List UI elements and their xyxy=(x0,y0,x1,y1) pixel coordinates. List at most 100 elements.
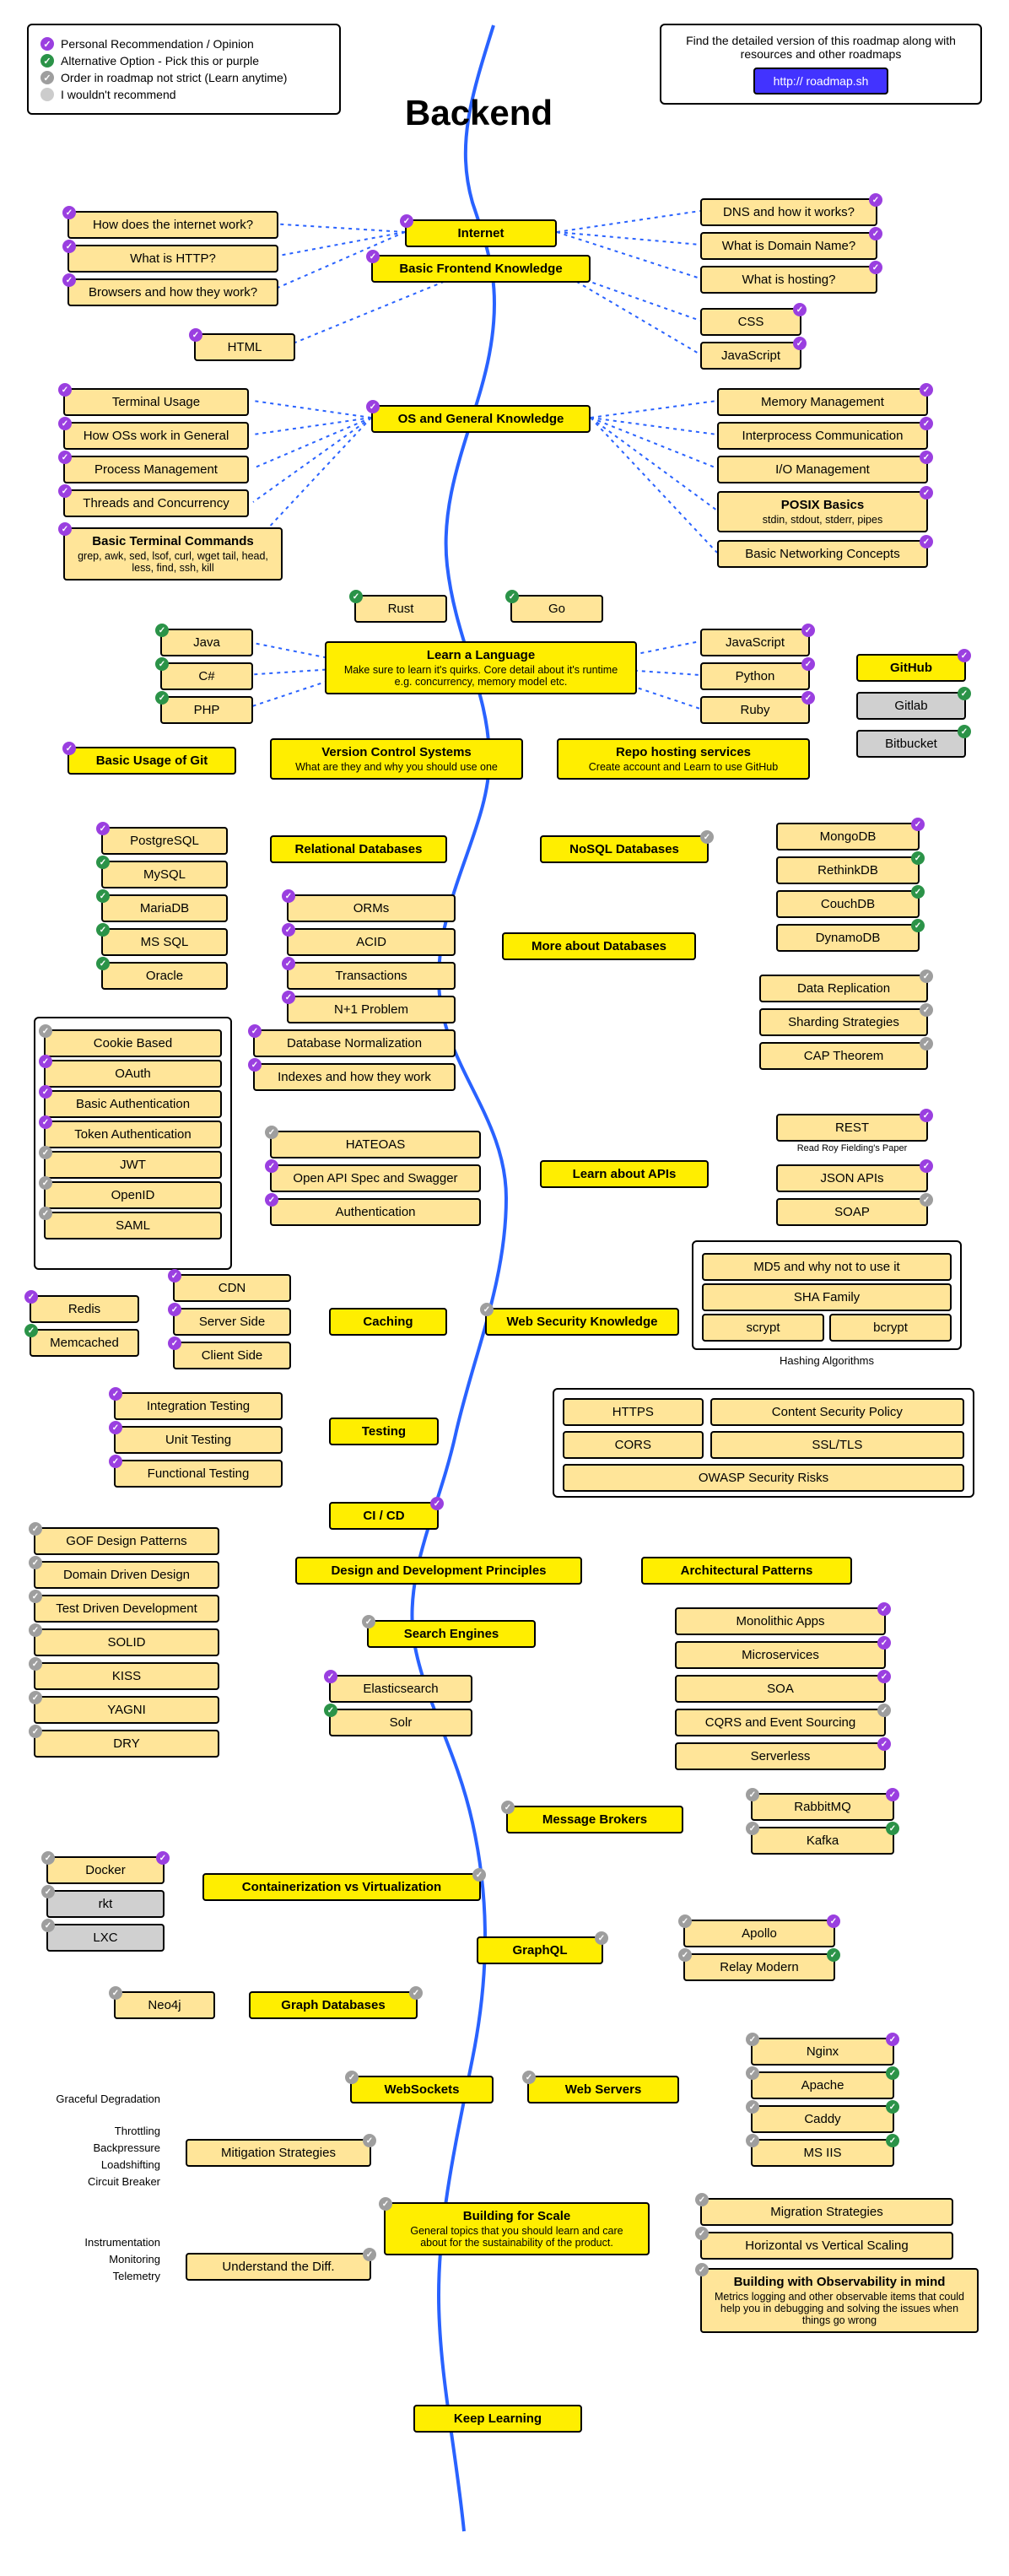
node-threads[interactable]: Threads and Concurrency✓ xyxy=(63,489,249,517)
node-migration[interactable]: Migration Strategies✓ xyxy=(700,2198,953,2226)
node-cors[interactable]: CORS xyxy=(563,1431,704,1459)
node-scrypt[interactable]: scrypt xyxy=(702,1314,824,1342)
node-transactions[interactable]: Transactions✓ xyxy=(287,962,456,990)
node-dry[interactable]: DRY✓ xyxy=(34,1730,219,1758)
node-what-http[interactable]: What is HTTP?✓ xyxy=(67,245,278,273)
node-couch[interactable]: CouchDB✓ xyxy=(776,890,920,918)
node-io-mgmt[interactable]: I/O Management✓ xyxy=(717,456,928,483)
node-serverless[interactable]: Serverless✓ xyxy=(675,1742,886,1770)
node-openapi[interactable]: Open API Spec and Swagger✓ xyxy=(270,1164,481,1192)
node-ruby[interactable]: Ruby✓ xyxy=(700,696,810,724)
node-cap[interactable]: CAP Theorem✓ xyxy=(759,1042,928,1070)
node-redis[interactable]: Redis✓ xyxy=(30,1295,139,1323)
node-more-db[interactable]: More about Databases xyxy=(502,932,696,960)
node-proc-mgmt[interactable]: Process Management✓ xyxy=(63,456,249,483)
node-browsers[interactable]: Browsers and how they work?✓ xyxy=(67,278,278,306)
node-rkt[interactable]: rkt✓ xyxy=(46,1890,165,1918)
node-integration-test[interactable]: Integration Testing✓ xyxy=(114,1392,283,1420)
node-apache[interactable]: Apache✓✓ xyxy=(751,2071,894,2099)
node-arch-patterns[interactable]: Architectural Patterns xyxy=(641,1557,852,1585)
node-html[interactable]: HTML✓ xyxy=(194,333,295,361)
node-client-side[interactable]: Client Side✓ xyxy=(173,1342,291,1369)
node-data-repl[interactable]: Data Replication✓ xyxy=(759,975,928,1002)
node-jwt[interactable]: JWT✓ xyxy=(44,1151,222,1179)
node-ipc[interactable]: Interprocess Communication✓ xyxy=(717,422,928,450)
node-microservices[interactable]: Microservices✓ xyxy=(675,1641,886,1669)
node-github[interactable]: GitHub✓ xyxy=(856,654,966,682)
node-rethink[interactable]: RethinkDB✓ xyxy=(776,856,920,884)
node-dns[interactable]: DNS and how it works?✓ xyxy=(700,198,877,226)
node-neo4j[interactable]: Neo4j✓ xyxy=(114,1991,215,2019)
node-mssql[interactable]: MS SQL✓ xyxy=(101,928,228,956)
node-lxc[interactable]: LXC✓ xyxy=(46,1924,165,1952)
node-design-principles[interactable]: Design and Development Principles xyxy=(295,1557,582,1585)
node-indexes[interactable]: Indexes and how they work✓ xyxy=(253,1063,456,1091)
node-cookie[interactable]: Cookie Based✓ xyxy=(44,1029,222,1057)
node-hosting[interactable]: What is hosting?✓ xyxy=(700,266,877,294)
node-posix[interactable]: POSIX Basicsstdin, stdout, stderr, pipes… xyxy=(717,491,928,532)
node-graphql[interactable]: GraphQL✓ xyxy=(477,1936,603,1964)
node-yagni[interactable]: YAGNI✓ xyxy=(34,1696,219,1724)
node-keep-learning[interactable]: Keep Learning xyxy=(413,2405,582,2433)
node-oracle[interactable]: Oracle✓ xyxy=(101,962,228,990)
node-bitbucket[interactable]: Bitbucket✓ xyxy=(856,730,966,758)
node-building-for-scale[interactable]: Building for ScaleGeneral topics that yo… xyxy=(384,2202,650,2255)
node-msiis[interactable]: MS IIS✓✓ xyxy=(751,2139,894,2167)
node-kafka[interactable]: Kafka✓✓ xyxy=(751,1827,894,1855)
node-kiss[interactable]: KISS✓ xyxy=(34,1662,219,1690)
node-db-norm[interactable]: Database Normalization✓ xyxy=(253,1029,456,1057)
node-dynamo[interactable]: DynamoDB✓ xyxy=(776,924,920,952)
node-relay[interactable]: Relay Modern✓✓ xyxy=(683,1953,835,1981)
node-functional-test[interactable]: Functional Testing✓ xyxy=(114,1460,283,1488)
node-mitigation[interactable]: Mitigation Strategies✓ xyxy=(186,2139,371,2167)
node-basic-auth[interactable]: Basic Authentication✓ xyxy=(44,1090,222,1118)
node-nginx[interactable]: Nginx✓✓ xyxy=(751,2038,894,2066)
node-gitlab[interactable]: Gitlab✓ xyxy=(856,692,966,720)
node-https[interactable]: HTTPS xyxy=(563,1398,704,1426)
node-cicd[interactable]: CI / CD✓ xyxy=(329,1502,439,1530)
node-apollo[interactable]: Apollo✓✓ xyxy=(683,1920,835,1947)
node-java[interactable]: Java✓ xyxy=(160,629,253,656)
node-observability[interactable]: Building with Observability in mindMetri… xyxy=(700,2268,979,2333)
node-containerization[interactable]: Containerization vs Virtualization✓ xyxy=(202,1873,481,1901)
node-mysql[interactable]: MySQL✓ xyxy=(101,861,228,888)
node-json-apis[interactable]: JSON APIs✓ xyxy=(776,1164,928,1192)
node-sharding[interactable]: Sharding Strategies✓ xyxy=(759,1008,928,1036)
node-git-basic[interactable]: Basic Usage of Git✓ xyxy=(67,747,236,775)
node-basic-frontend[interactable]: Basic Frontend Knowledge✓ xyxy=(371,255,591,283)
node-php[interactable]: PHP✓ xyxy=(160,696,253,724)
node-soa[interactable]: SOA✓ xyxy=(675,1675,886,1703)
roadmap-link-button[interactable]: http:// roadmap.sh xyxy=(753,68,889,95)
node-js-lang[interactable]: JavaScript✓ xyxy=(700,629,810,656)
node-csharp[interactable]: C#✓ xyxy=(160,662,253,690)
node-solid[interactable]: SOLID✓ xyxy=(34,1628,219,1656)
node-mongo[interactable]: MongoDB✓ xyxy=(776,823,920,851)
node-unit-test[interactable]: Unit Testing✓ xyxy=(114,1426,283,1454)
node-basic-terminal-cmds[interactable]: Basic Terminal Commandsgrep, awk, sed, l… xyxy=(63,527,283,581)
node-go[interactable]: Go✓ xyxy=(510,595,603,623)
node-relational-db[interactable]: Relational Databases xyxy=(270,835,447,863)
node-learn-language[interactable]: Learn a LanguageMake sure to learn it's … xyxy=(325,641,637,694)
node-h-v-scaling[interactable]: Horizontal vs Vertical Scaling✓ xyxy=(700,2232,953,2260)
node-os-general[interactable]: How OSs work in General✓ xyxy=(63,422,249,450)
node-auth[interactable]: Authentication✓ xyxy=(270,1198,481,1226)
node-tdd[interactable]: Test Driven Development✓ xyxy=(34,1595,219,1623)
node-internet[interactable]: Internet✓ xyxy=(405,219,557,247)
node-caddy[interactable]: Caddy✓✓ xyxy=(751,2105,894,2133)
node-solr[interactable]: Solr✓ xyxy=(329,1709,472,1736)
node-orms[interactable]: ORMs✓ xyxy=(287,894,456,922)
node-acid[interactable]: ACID✓ xyxy=(287,928,456,956)
node-networking[interactable]: Basic Networking Concepts✓ xyxy=(717,540,928,568)
node-web-servers[interactable]: Web Servers✓ xyxy=(527,2076,679,2103)
node-understand-diff[interactable]: Understand the Diff.✓ xyxy=(186,2253,371,2281)
node-postgres[interactable]: PostgreSQL✓ xyxy=(101,827,228,855)
node-oauth[interactable]: OAuth✓ xyxy=(44,1060,222,1088)
node-caching[interactable]: Caching xyxy=(329,1308,447,1336)
node-graph-db[interactable]: Graph Databases✓ xyxy=(249,1991,418,2019)
node-rabbitmq[interactable]: RabbitMQ✓✓ xyxy=(751,1793,894,1821)
node-os-knowledge[interactable]: OS and General Knowledge✓ xyxy=(371,405,591,433)
node-cdn[interactable]: CDN✓ xyxy=(173,1274,291,1302)
node-msg-brokers[interactable]: Message Brokers✓ xyxy=(506,1806,683,1833)
node-token-auth[interactable]: Token Authentication✓ xyxy=(44,1121,222,1148)
node-testing[interactable]: Testing xyxy=(329,1418,439,1445)
